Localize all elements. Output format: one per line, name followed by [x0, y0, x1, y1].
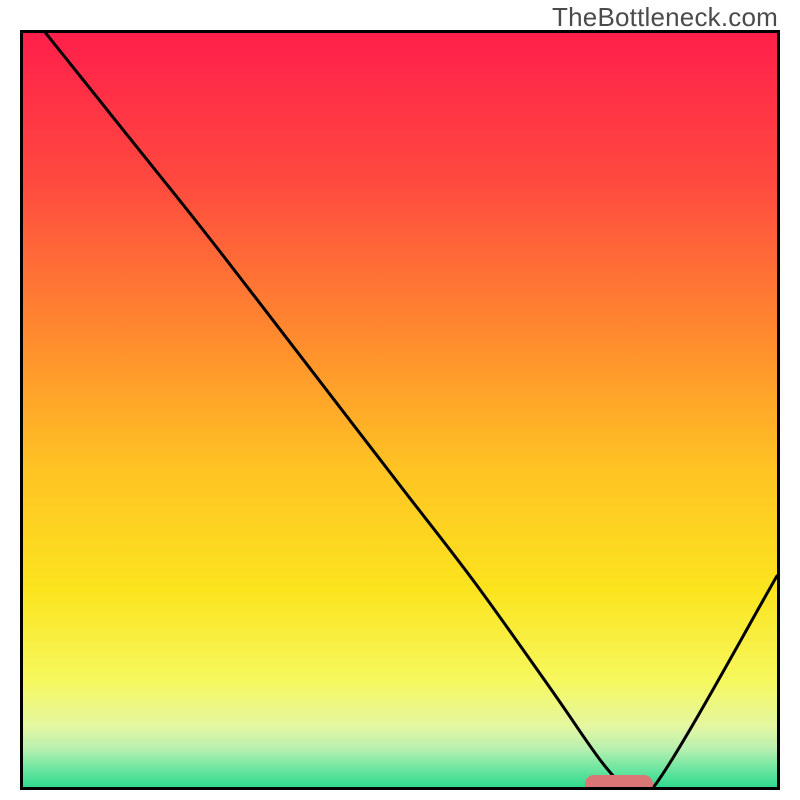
- optimal-range-marker: [585, 775, 653, 790]
- watermark-text: TheBottleneck.com: [552, 2, 778, 33]
- chart-svg: [23, 33, 777, 787]
- chart-frame: [20, 30, 780, 790]
